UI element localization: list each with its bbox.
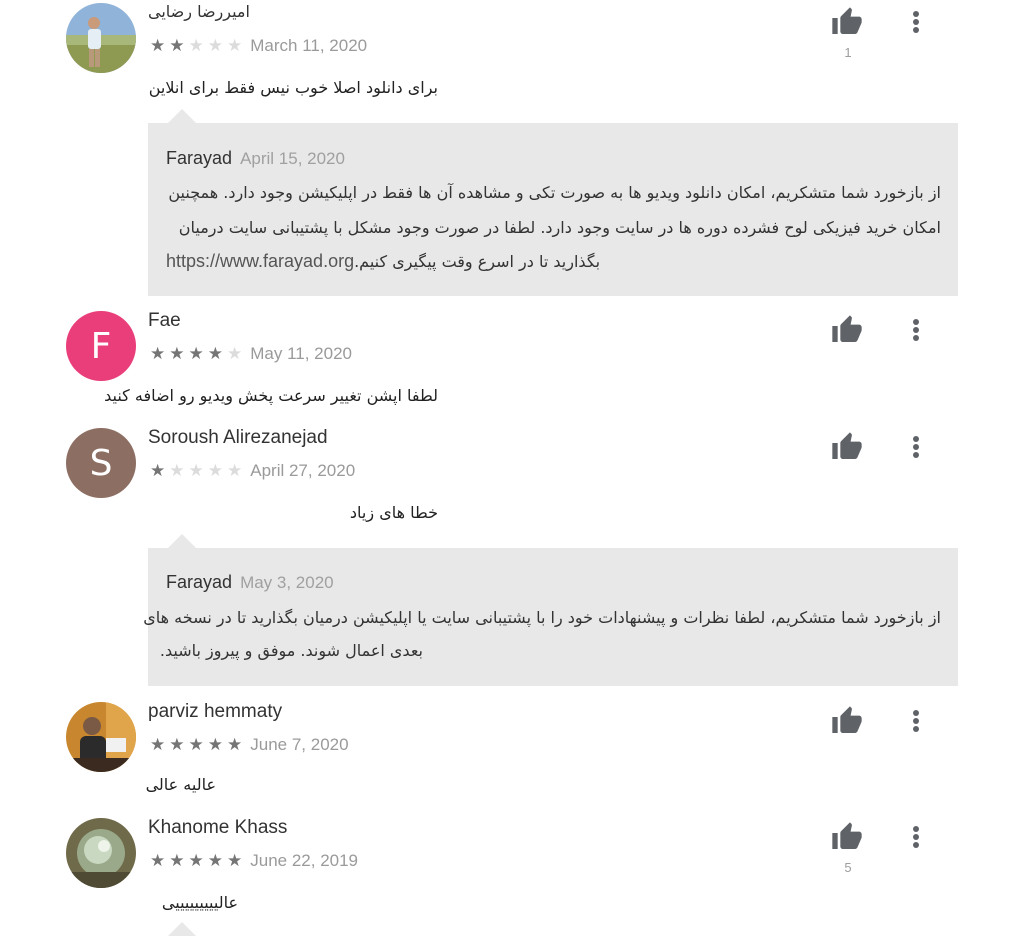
- reviewer-name: Fae: [148, 310, 181, 331]
- thumbs-up-icon[interactable]: [830, 431, 864, 463]
- star-icon: ★: [150, 36, 166, 55]
- star-icon: ★: [169, 851, 185, 870]
- review-text: عالیییییییییی: [161, 893, 238, 912]
- thumbs-up-icon[interactable]: [830, 314, 864, 346]
- star-icon: ★: [169, 344, 185, 363]
- review-text: لطفا اپشن تغییر سرعت پخش ویدیو رو اضافه …: [104, 386, 438, 405]
- star-icon: ★: [150, 461, 166, 480]
- review-text: عالیه عالی: [145, 775, 216, 794]
- star-rating: ★ ★ ★ ★ ★ June 22, 2019: [150, 851, 358, 871]
- developer-name-line: Farayad April 15, 2020: [166, 148, 345, 169]
- star-icon: ★: [207, 461, 223, 480]
- star-icon: ★: [169, 36, 185, 55]
- star-icon: ★: [227, 461, 243, 480]
- review-text: برای دانلود اصلا خوب نیس فقط برای انلاین: [148, 78, 438, 97]
- avatar[interactable]: F: [66, 311, 136, 381]
- star-icon: ★: [227, 36, 243, 55]
- helpful-count: 1: [844, 45, 852, 60]
- star-icon: ★: [188, 851, 204, 870]
- thumbs-up-icon[interactable]: [830, 6, 864, 38]
- review-date: March 11, 2020: [250, 36, 368, 55]
- developer-name-line: Farayad May 3, 2020: [166, 572, 334, 593]
- more-options-icon[interactable]: [904, 707, 928, 735]
- reviewer-name: امیررضا رضایی: [148, 2, 250, 21]
- review-date: April 27, 2020: [250, 461, 356, 480]
- thumbs-up-icon[interactable]: [830, 705, 864, 737]
- star-icon: ★: [207, 36, 223, 55]
- review-date: May 11, 2020: [250, 344, 353, 363]
- review-date: June 7, 2020: [250, 735, 349, 754]
- reply-text-line: https://www.farayad.orgبگذارید تا در اسر…: [166, 251, 600, 272]
- reviewer-name: parviz hemmaty: [148, 701, 283, 722]
- review-date: June 22, 2019: [250, 851, 359, 870]
- reviewer-name: Soroush Alirezanejad: [148, 427, 328, 448]
- developer-reply: Farayad May 3, 2020 از بازخورد شما متشکر…: [143, 548, 958, 686]
- star-icon: ★: [169, 735, 185, 754]
- reply-date: May 3, 2020: [240, 573, 334, 592]
- thumbs-up-icon[interactable]: [830, 821, 864, 853]
- reply-link[interactable]: https://www.farayad.org: [166, 251, 354, 271]
- star-icon: ★: [188, 36, 204, 55]
- star-icon: ★: [188, 344, 204, 363]
- reviewer-name: Khanome Khass: [148, 817, 288, 838]
- developer-name: Farayad: [166, 148, 233, 168]
- star-rating: ★ ★ ★ ★ ★ June 7, 2020: [150, 735, 349, 755]
- star-rating: ★ ★ ★ ★ ★ March 11, 2020: [150, 36, 367, 56]
- more-options-icon[interactable]: [904, 433, 928, 461]
- star-icon: ★: [150, 344, 166, 363]
- star-icon: ★: [188, 461, 204, 480]
- avatar[interactable]: [66, 702, 136, 772]
- more-options-icon[interactable]: [904, 316, 928, 344]
- avatar[interactable]: S: [66, 428, 136, 498]
- avatar[interactable]: [66, 818, 136, 888]
- star-icon: ★: [227, 344, 243, 363]
- star-icon: ★: [169, 461, 185, 480]
- avatar-photo: [66, 3, 136, 73]
- reply-text-line: از بازخورد شما متشکریم، لطفا نظرات و پیش…: [143, 608, 941, 627]
- reply-text-line: امکان خرید فیزیکی لوح فشرده دوره ها در س…: [178, 218, 941, 237]
- avatar-initial: F: [90, 325, 112, 367]
- avatar-initial: S: [89, 442, 113, 484]
- review-text: خطا های زیاد: [349, 503, 438, 522]
- star-icon: ★: [188, 735, 204, 754]
- reply-pointer: [168, 534, 196, 548]
- avatar-photo: [66, 818, 136, 888]
- star-icon: ★: [207, 735, 223, 754]
- star-rating: ★ ★ ★ ★ ★ May 11, 2020: [150, 344, 352, 364]
- star-icon: ★: [207, 344, 223, 363]
- reply-text-end: بگذارید تا در اسرع وقت پیگیری کنیم.: [354, 252, 601, 271]
- reply-text-line: از بازخورد شما متشکریم، امکان دانلود وید…: [168, 183, 941, 202]
- avatar-photo: [66, 702, 136, 772]
- helpful-count: 5: [844, 860, 852, 875]
- reply-pointer: [168, 109, 196, 123]
- developer-reply: Farayad April 15, 2020 از بازخورد شما مت…: [148, 123, 958, 296]
- more-options-icon[interactable]: [904, 8, 928, 36]
- star-icon: ★: [227, 735, 243, 754]
- reply-text-line: بعدی اعمال شوند. موفق و پیروز باشید.: [159, 641, 423, 660]
- avatar[interactable]: [66, 3, 136, 73]
- star-icon: ★: [150, 851, 166, 870]
- developer-name: Farayad: [166, 572, 233, 592]
- star-icon: ★: [150, 735, 166, 754]
- reply-date: April 15, 2020: [240, 149, 345, 168]
- star-rating: ★ ★ ★ ★ ★ April 27, 2020: [150, 461, 355, 481]
- star-icon: ★: [207, 851, 223, 870]
- star-icon: ★: [227, 851, 243, 870]
- more-options-icon[interactable]: [904, 823, 928, 851]
